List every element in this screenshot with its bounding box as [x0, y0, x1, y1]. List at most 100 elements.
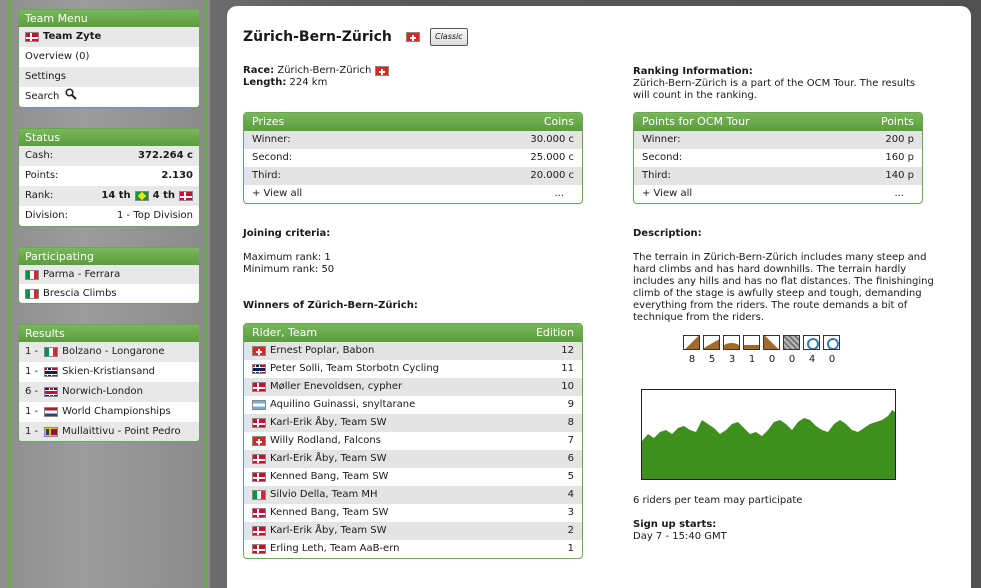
status-rank-row: Rank: 14 th 4 th [19, 186, 199, 206]
prizes-header: Prizes Coins [244, 113, 582, 131]
winner-name[interactable]: Karl-Erik Åby, Team SW [270, 450, 387, 468]
result-race: Skien-Kristiansand [62, 366, 156, 377]
points-view-all-row[interactable]: + View all ... [634, 185, 922, 203]
points-table: Points for OCM Tour Points Winner: 200 p… [633, 112, 923, 204]
signup-info: Sign up starts: Day 7 - 15:40 GMT [633, 519, 727, 543]
result-item[interactable]: 1 - Skien-Kristiansand [19, 362, 199, 382]
more-indicator: ... [894, 188, 904, 199]
result-item[interactable]: 6 - Norwich-London [19, 382, 199, 402]
division-value: 1 - Top Division [116, 210, 193, 221]
winner-row[interactable]: Peter Solli, Team Storbotn Cycling 11 [244, 360, 582, 378]
result-item[interactable]: 1 - Mullaittivu - Point Pedro [19, 422, 199, 441]
team-menu-item-overview[interactable]: Overview (0) [19, 47, 199, 67]
team-menu-item-team[interactable]: Team Zyte [19, 27, 199, 47]
prize-value: 20.000 c [530, 170, 574, 181]
view-all-link[interactable]: + View all [252, 185, 302, 203]
winner-edition: 3 [567, 507, 574, 518]
winner-row[interactable]: Kenned Bang, Team SW 5 [244, 468, 582, 486]
winner-name[interactable]: Peter Solli, Team Storbotn Cycling [270, 360, 439, 378]
winner-edition: 12 [561, 345, 574, 356]
denmark-flag-icon [25, 32, 39, 42]
team-menu-item-search[interactable]: Search [19, 87, 199, 107]
race-info: Race: Zürich-Bern-Zürich Length: 224 km [243, 65, 393, 89]
description-line: includes any hills and has no flat dista… [633, 276, 934, 287]
winner-row[interactable]: Karl-Erik Åby, Team SW 6 [244, 450, 582, 468]
result-item[interactable]: 1 - Bolzano - Longarone [19, 342, 199, 362]
min-rank: Minimum rank: 50 [243, 264, 335, 275]
terrain-item: 4 [803, 335, 821, 365]
winner-row[interactable]: Kenned Bang, Team SW 3 [244, 504, 582, 522]
ranking-text-2: will count in the ranking. [633, 90, 757, 101]
winner-name[interactable]: Kenned Bang, Team SW [270, 468, 388, 486]
points-header-unit: Points [880, 115, 914, 128]
winner-row[interactable]: Karl-Erik Åby, Team SW 8 [244, 414, 582, 432]
result-item[interactable]: 1 - World Championships [19, 402, 199, 422]
winner-edition: 6 [567, 453, 574, 464]
switzerland-flag-icon [405, 32, 420, 42]
participating-item[interactable]: Brescia Climbs [19, 284, 199, 303]
technique-icon [803, 335, 820, 350]
terrain-value: 1 [748, 354, 756, 365]
points-row: Third: 140 p [634, 167, 922, 185]
winner-edition: 7 [567, 435, 574, 446]
description-title: Description: [633, 228, 702, 239]
points-label: Points: [25, 170, 59, 181]
race-title-text: Zürich-Bern-Zürich [243, 29, 392, 45]
winner-name[interactable]: Karl-Erik Åby, Team SW [270, 414, 387, 432]
signup-value: Day 7 - 15:40 GMT [633, 531, 727, 542]
denmark-flag-icon [252, 508, 266, 518]
length-label: Length: [243, 77, 287, 88]
winner-row[interactable]: Silvio Della, Team MH 4 [244, 486, 582, 504]
team-menu-item-settings[interactable]: Settings [19, 67, 199, 87]
view-all-link[interactable]: + View all [642, 185, 692, 203]
winner-edition: 1 [567, 543, 574, 554]
argentina-flag-icon [252, 400, 266, 410]
result-place: 1 - [25, 346, 39, 357]
result-place: 1 - [25, 426, 39, 437]
winner-row[interactable]: Karl-Erik Åby, Team SW 2 [244, 522, 582, 540]
participating-item[interactable]: Parma - Ferrara [19, 265, 199, 284]
prize-label: Second: [252, 152, 293, 163]
prizes-view-all-row[interactable]: + View all ... [244, 185, 582, 203]
terrain-item: 0 [823, 335, 841, 365]
winner-name[interactable]: Ernest Poplar, Babon [270, 342, 374, 360]
italy-flag-icon [25, 269, 39, 280]
norway-flag-icon [44, 367, 59, 377]
stage-profile-graphic [642, 410, 895, 479]
winner-name[interactable]: Aquilino Guinassi, snyltarane [270, 396, 415, 414]
winner-name[interactable]: Kenned Bang, Team SW [270, 504, 388, 522]
points-header-label: Points for OCM Tour [642, 115, 750, 128]
winner-name[interactable]: Erling Leth, Team AaB-ern [270, 540, 400, 558]
participating-race: Brescia Climbs [43, 287, 117, 299]
status-points-row: Points: 2.130 [19, 166, 199, 186]
steep-climb-icon [683, 335, 700, 350]
winner-row[interactable]: Møller Enevoldsen, cypher 10 [244, 378, 582, 396]
prize-value: 30.000 c [530, 134, 574, 145]
winner-name[interactable]: Silvio Della, Team MH [270, 486, 378, 504]
points-row: Second: 160 p [634, 149, 922, 167]
downhill-icon [763, 335, 780, 350]
terrain-value: 5 [708, 354, 716, 365]
terrain-item: 5 [703, 335, 721, 365]
winner-name[interactable]: Karl-Erik Åby, Team SW [270, 522, 387, 540]
winner-row[interactable]: Erling Leth, Team AaB-ern 1 [244, 540, 582, 558]
prizes-header-unit: Coins [543, 115, 574, 128]
winner-row[interactable]: Aquilino Guinassi, snyltarane 9 [244, 396, 582, 414]
winner-name[interactable]: Willy Rodland, Falcons [270, 432, 381, 450]
team-name: Team Zyte [43, 31, 102, 42]
ranking-text-1: Zürich-Bern-Zürich is a part of the OCM … [633, 78, 916, 89]
norway-flag-icon [252, 364, 266, 374]
signup-title: Sign up starts: [633, 519, 717, 530]
winner-row[interactable]: Willy Rodland, Falcons 7 [244, 432, 582, 450]
denmark-flag-icon [252, 382, 266, 392]
prize-value: 25.000 c [530, 152, 574, 163]
result-place: 6 - [25, 386, 39, 397]
winner-name[interactable]: Møller Enevoldsen, cypher [270, 378, 402, 396]
prize-label: Winner: [252, 134, 291, 145]
winner-row[interactable]: Ernest Poplar, Babon 12 [244, 342, 582, 360]
result-place: 1 - [25, 406, 39, 417]
race-label: Race: [243, 65, 275, 76]
status-division-row: Division: 1 - Top Division [19, 206, 199, 226]
terrain-value: 3 [728, 354, 736, 365]
page-title: Zürich-Bern-Zürich Classic [243, 28, 468, 46]
